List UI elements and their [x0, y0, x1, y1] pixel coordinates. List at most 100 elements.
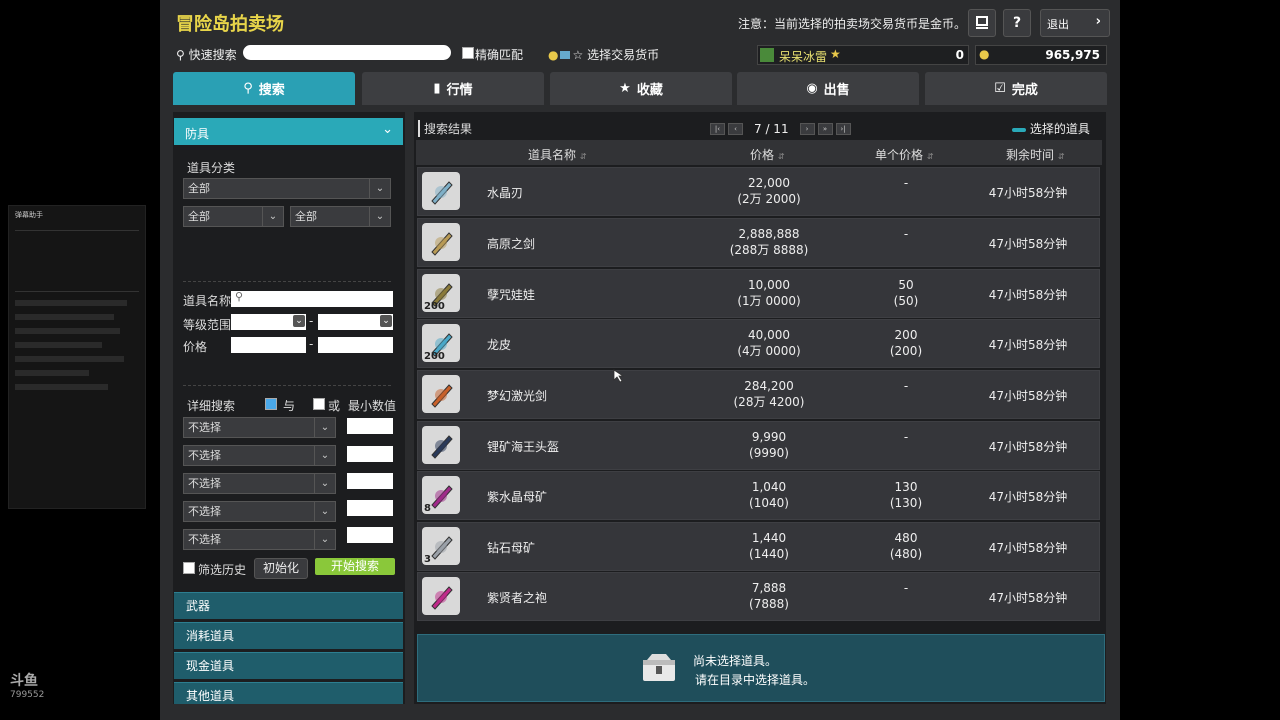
exact-match-checkbox[interactable] [462, 47, 474, 59]
detail-min-input-4[interactable] [347, 500, 393, 516]
level-max-select[interactable]: ⌄ [318, 314, 393, 330]
price-max-input[interactable] [318, 337, 393, 353]
unit-value: - [903, 430, 909, 444]
item-time-left: 47小时58分钟 [988, 591, 1068, 605]
tab-label: 完成 [1011, 83, 1038, 98]
category-label: 其他道具 [186, 689, 235, 703]
subclass-select-1[interactable]: 全部 ⌄ [183, 206, 284, 227]
price-min-input[interactable] [231, 337, 306, 353]
category-cash[interactable]: 现金道具 [174, 652, 403, 679]
no-selection-panel: 尚未选择道具。 请在目录中选择道具。 [417, 634, 1105, 702]
item-class-label: 道具分类 [187, 161, 236, 175]
item-price: 9,990 (9990) [714, 429, 824, 461]
item-icon: 3 [422, 527, 460, 565]
last-page-button[interactable]: ›| [835, 123, 851, 135]
detail-option-select-5[interactable]: 不选择 ⌄ [183, 529, 336, 550]
price-sub: (1440) [749, 547, 789, 561]
price-sub: (28万 4200) [733, 395, 805, 409]
start-search-button[interactable]: 开始搜索 [315, 558, 395, 575]
reset-button[interactable]: 初始化 [254, 558, 308, 579]
item-image-icon [431, 232, 453, 256]
table-row[interactable]: 200 龙皮 40,000 (4万 0000) 200 (200) 47小时58分钟 [417, 319, 1100, 368]
col-label: 单个价格 [875, 148, 924, 162]
subclass-select-2[interactable]: 全部 ⌄ [290, 206, 391, 227]
category-armor-header[interactable]: 防具 ⌄ [174, 118, 403, 145]
and-checkbox[interactable] [265, 398, 277, 410]
col-time-left[interactable]: 剩余时间 ⇵ [1006, 146, 1065, 163]
detail-option-select-4[interactable]: 不选择 ⌄ [183, 501, 336, 522]
unit-value: 200 [894, 328, 918, 342]
detail-min-input-1[interactable] [347, 418, 393, 434]
item-name-input[interactable]: ⚲ [231, 290, 393, 307]
search-icon: ⚲ [243, 81, 253, 96]
detail-option-select-1[interactable]: 不选择 ⌄ [183, 417, 336, 438]
range-separator: - [309, 337, 314, 351]
unit-sub: (50) [893, 294, 919, 308]
detail-option-select-3[interactable]: 不选择 ⌄ [183, 473, 336, 494]
item-unit-price: - [851, 226, 961, 242]
unit-value: - [903, 176, 909, 190]
category-etc[interactable]: 其他道具 [174, 682, 403, 704]
detail-min-input-3[interactable] [347, 473, 393, 489]
table-row[interactable]: 锂矿海王头盔 9,990 (9990) - 47小时58分钟 [417, 421, 1100, 470]
skip-forward-button[interactable]: » [817, 123, 833, 135]
table-row[interactable]: 紫贤者之袍 7,888 (7888) - 47小时58分钟 [417, 572, 1100, 621]
chevron-down-icon: ⌄ [314, 502, 335, 521]
quit-button[interactable]: 退出 › [1040, 9, 1110, 37]
tab-sell[interactable]: ◉ 出售 [737, 72, 919, 105]
selected-items-toggle[interactable]: 选择的道具 [1012, 120, 1090, 137]
tab-market[interactable]: ▮ 行情 [362, 72, 544, 105]
item-time-left: 47小时58分钟 [988, 389, 1068, 403]
item-price: 284,200 (28万 4200) [714, 378, 824, 410]
gold-balance: ● 965,975 [975, 45, 1107, 65]
next-page-button[interactable]: › [799, 123, 815, 135]
item-name-label: 道具名称 [183, 294, 232, 308]
category-consumable[interactable]: 消耗道具 [174, 622, 403, 649]
overlay-title: 弹幕助手 [15, 211, 43, 219]
detail-min-input-2[interactable] [347, 446, 393, 462]
first-page-button[interactable]: |‹ [710, 123, 725, 135]
level-min-select[interactable]: ⌄ [231, 314, 306, 330]
storage-icon [976, 16, 988, 29]
tab-search[interactable]: ⚲ 搜索 [173, 72, 355, 105]
or-checkbox[interactable] [313, 398, 325, 410]
help-button[interactable]: ? [1003, 9, 1031, 37]
prev-page-button[interactable]: ‹ [728, 123, 743, 135]
item-unit-price: - [851, 429, 961, 445]
table-row[interactable]: 水晶刃 22,000 (2万 2000) - 47小时58分钟 [417, 167, 1100, 216]
tab-favorites[interactable]: ★ 收藏 [550, 72, 732, 105]
category-weapon[interactable]: 武器 [174, 592, 403, 619]
level-range-label: 等级范围 [183, 318, 232, 332]
results-column-header: 道具名称 ⇵ 价格 ⇵ 单个价格 ⇵ 剩余时间 ⇵ [416, 140, 1102, 165]
gold-value: 965,975 [1045, 48, 1100, 62]
tab-label: 行情 [446, 83, 473, 98]
quick-search-input[interactable] [243, 45, 451, 60]
table-row[interactable]: 3 钻石母矿 1,440 (1440) 480 (480) 47小时58分钟 [417, 522, 1100, 571]
col-item-name[interactable]: 道具名称 ⇵ [528, 146, 587, 163]
storage-button[interactable] [968, 9, 996, 37]
empty-box-icon [643, 654, 675, 681]
item-unit-price: - [851, 580, 961, 596]
currency-selector[interactable]: ● ☆ 选择交易货币 [548, 46, 659, 63]
help-icon: ? [1012, 15, 1022, 31]
table-row[interactable]: 200 孽咒娃娃 10,000 (1万 0000) 50 (50) 47小时58分钟 [417, 269, 1100, 318]
table-row[interactable]: 高原之剑 2,888,888 (288万 8888) - 47小时58分钟 [417, 218, 1100, 267]
item-time-left: 47小时58分钟 [988, 541, 1068, 555]
table-row[interactable]: 梦幻激光剑 284,200 (28万 4200) - 47小时58分钟 [417, 370, 1100, 419]
col-price[interactable]: 价格 ⇵ [750, 146, 785, 163]
col-unit-price[interactable]: 单个价格 ⇵ [875, 146, 934, 163]
sort-icon: ⇵ [777, 152, 785, 161]
table-row[interactable]: 8 紫水晶母矿 1,040 (1040) 130 (130) 47小时58分钟 [417, 471, 1100, 520]
quit-label: 退出 [1047, 18, 1069, 31]
logo-text: 斗鱼 [10, 673, 38, 689]
search-icon: ⚲ [176, 48, 185, 62]
detail-min-input-5[interactable] [347, 527, 393, 543]
sort-icon: ⇵ [579, 152, 587, 161]
check-icon: ☑ [994, 81, 1006, 96]
history-checkbox[interactable] [183, 562, 195, 574]
class-select[interactable]: 全部 ⌄ [183, 178, 391, 199]
price-sub: (288万 8888) [729, 243, 809, 257]
coin-icon: ◉ [806, 81, 818, 96]
detail-option-select-2[interactable]: 不选择 ⌄ [183, 445, 336, 466]
tab-complete[interactable]: ☑ 完成 [925, 72, 1107, 105]
